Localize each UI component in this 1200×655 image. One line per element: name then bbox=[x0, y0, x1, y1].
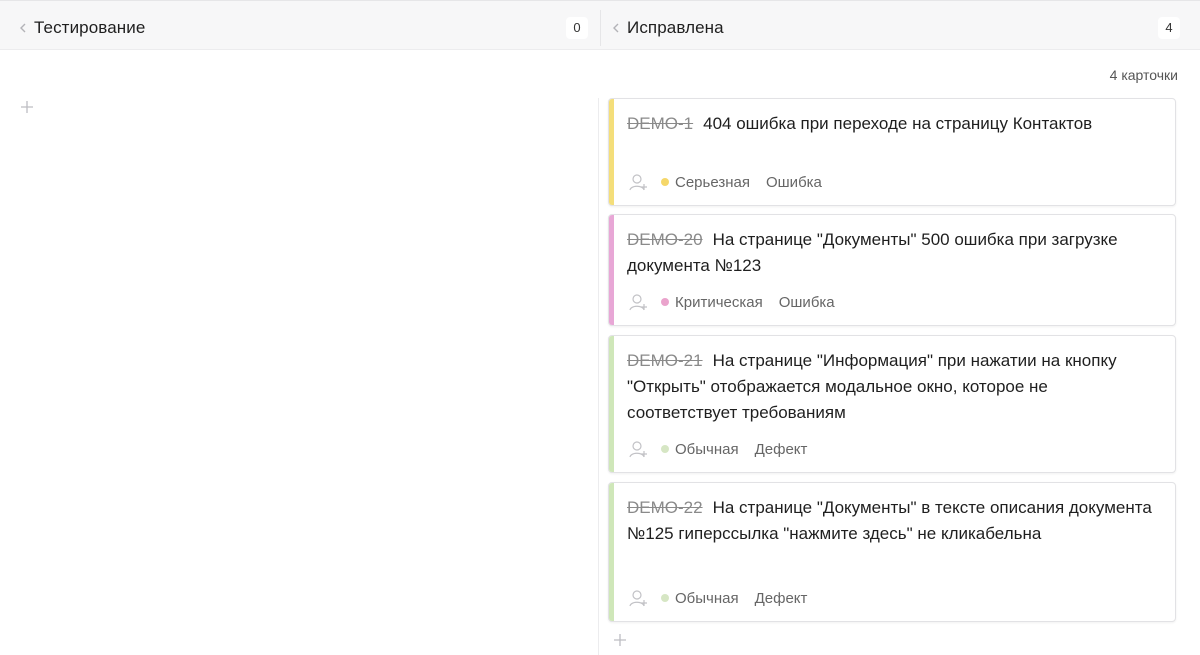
card-meta: Критическая Ошибка bbox=[627, 291, 835, 313]
card-stripe bbox=[609, 483, 614, 621]
card-meta: Обычная Дефект bbox=[627, 587, 807, 609]
card-priority: Обычная bbox=[675, 589, 739, 607]
card-title: На странице "Документы" в тексте описани… bbox=[627, 498, 1152, 543]
chevron-left-icon[interactable] bbox=[609, 21, 623, 35]
column-count-badge: 0 bbox=[566, 17, 588, 39]
column-header-testing: Тестирование 0 bbox=[8, 10, 596, 46]
plus-icon[interactable] bbox=[19, 99, 35, 115]
card-meta: Обычная Дефект bbox=[627, 438, 807, 460]
card-stripe bbox=[609, 215, 614, 325]
card-demo-21[interactable]: DEMO-21 На странице "Информация" при нажа… bbox=[608, 335, 1176, 473]
column-header-fixed: Исправлена 4 bbox=[600, 10, 1188, 46]
card-title: 404 ошибка при переходе на страницу Конт… bbox=[703, 114, 1093, 133]
column-title: Тестирование bbox=[34, 18, 146, 37]
card-demo-20[interactable]: DEMO-20 На странице "Документы" 500 ошибк… bbox=[608, 214, 1176, 326]
card-type: Ошибка bbox=[778, 293, 835, 311]
card-key[interactable]: DEMO-21 bbox=[627, 351, 703, 370]
card-type: Дефект bbox=[754, 589, 808, 607]
card-key[interactable]: DEMO-1 bbox=[627, 114, 693, 133]
card-type: Дефект bbox=[754, 440, 808, 458]
card-demo-1[interactable]: DEMO-1 404 ошибка при переходе на страниц… bbox=[608, 98, 1176, 206]
chevron-left-icon[interactable] bbox=[16, 21, 30, 35]
priority-dot bbox=[661, 178, 669, 186]
card-stripe bbox=[609, 99, 614, 205]
column-title: Исправлена bbox=[627, 18, 724, 37]
card-meta: Серьезная Ошибка bbox=[627, 171, 822, 193]
priority-dot bbox=[661, 445, 669, 453]
column-count-badge: 4 bbox=[1158, 17, 1180, 39]
card-type: Ошибка bbox=[765, 173, 822, 191]
user-add-icon[interactable] bbox=[627, 587, 649, 609]
priority-dot bbox=[661, 298, 669, 306]
card-priority: Обычная bbox=[675, 440, 739, 458]
card-priority: Серьезная bbox=[675, 173, 750, 191]
card-priority: Критическая bbox=[675, 293, 763, 311]
card-stripe bbox=[609, 336, 614, 472]
card-demo-22[interactable]: DEMO-22 На странице "Документы" в тексте … bbox=[608, 482, 1176, 622]
card-key[interactable]: DEMO-22 bbox=[627, 498, 703, 517]
card-key[interactable]: DEMO-20 bbox=[627, 230, 703, 249]
user-add-icon[interactable] bbox=[627, 171, 649, 193]
cards-count-label: 4 карточки bbox=[1109, 67, 1178, 83]
plus-icon[interactable] bbox=[612, 632, 628, 648]
user-add-icon[interactable] bbox=[627, 438, 649, 460]
user-add-icon[interactable] bbox=[627, 291, 649, 313]
priority-dot bbox=[661, 594, 669, 602]
